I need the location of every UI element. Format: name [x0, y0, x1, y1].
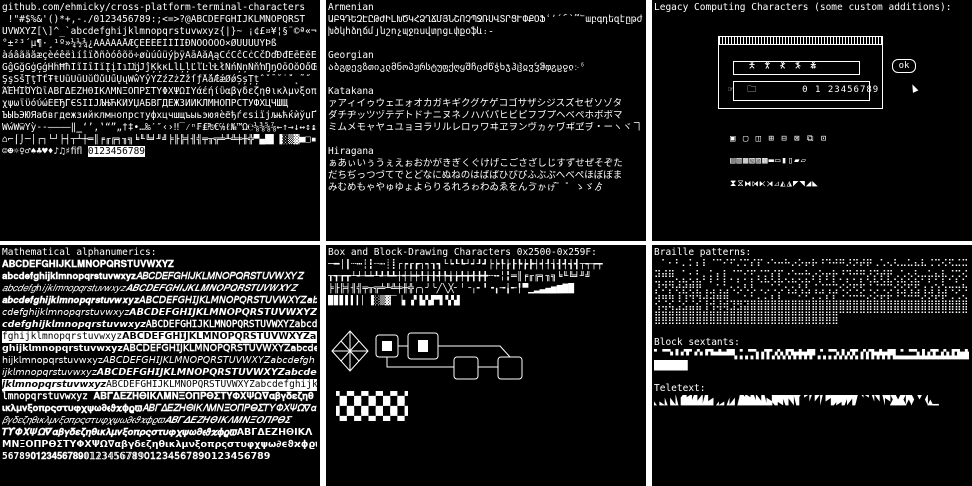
section-title: Armenian [328, 2, 374, 13]
pattern-line: ⣿⣿⣿⣿⣿⣿⣿⣿⣿⣿⣿⣿⣿⣿⣿⣿⣿⣿⣿⣿⣿⣿⣿⣿⣿⣿⣿ [654, 314, 839, 325]
section-title: Braille patterns: [654, 247, 752, 258]
panel-scripts: Armenian ԱԲԳԴԵԶԷԸԹԺԻԼԽԾԿՀՁՂՃՄՅՆՇՈՉՊՋՌՍՎՏՐ… [326, 0, 646, 241]
char-line: ΆΈΉΊΌΎΏΐΑΒΓΔΕΖΗΘΙΚΛΜΝΞΟΠΡΣΤΥΦΧΨΩΪΫάέήίΰα… [2, 86, 317, 97]
char-line: ŞşŠšŢţŤťŦŧŨũŪūŬŭŮůŰűŲųŴŵŶŷŸŹźŻżŽžſƒǺǻǼǽǾ… [2, 74, 311, 85]
script-line: խծկհձղճմյնշոչպջռսվտրցւփքօֆև։֊ [328, 26, 494, 37]
math-line: 𝐀𝐁𝐂𝐃𝐄𝐅𝐆𝐇𝐈𝐉𝐊𝐋𝐌𝐍𝐎𝐏𝐐𝐑𝐒𝐓𝐔𝐕𝐖𝐗𝐘𝐙 [2, 259, 174, 270]
panel-title: Legacy Computing Characters (some custom… [654, 2, 952, 13]
math-lines: 𝐀𝐁𝐂𝐃𝐄𝐅𝐆𝐇𝐈𝐉𝐊𝐋𝐌𝐍𝐎𝐏𝐐𝐑𝐒𝐓𝐔𝐕𝐖𝐗𝐘𝐙 𝐚𝐛𝐜𝐝𝐞𝐟𝐠𝐡𝐢𝐣𝐤𝐥𝐦𝐧… [2, 259, 317, 463]
braille-sections: Braille patterns: ⠀⠁⠂⠃⠄⠅⠆⠇⠈⠉⠊⠋⠌⠍⠎⠏⠐⠑⠒⠓⠔⠕⠖… [654, 247, 969, 418]
script-line: みむめもゃやゅゆょよらりるれろゎわゐゑをんゔゕゖ゙゚゛゜ゝゞゟ [328, 182, 604, 193]
window-title-bar [719, 37, 882, 45]
panel-basic-latin: github.com/ehmicky/cross-platform-termin… [0, 0, 320, 241]
pattern-line: ⠀⠁⠂⠃⠄⠅⠆⠇⠈⠉⠊⠋⠌⠍⠎⠏⠐⠑⠒⠓⠔⠕⠖⠗⠘⠙⠚⠛⠜⠝⠞⠟⠠⠡⠢⠣⠤⠥⠦⠧… [654, 259, 969, 270]
math-line: 𝚏𝚐𝚑𝚒𝚓𝚔𝚕𝚖𝚗𝚘𝚙𝚚𝚛𝚜𝚝𝚞𝚟𝚠𝚡𝚢𝚣𝗔𝗕𝗖𝗗𝗘𝗙𝗚𝗛𝗜𝗝𝗞𝗟𝗠𝗡𝗢𝗣𝗤𝗥𝗦… [2, 331, 317, 343]
char-line: χψωϊϋόύώЀЁЂЃЄЅІЇЈЉЊЋЌЍЎЏАБВГДЕЖЗИЙКЛМНОП… [2, 98, 288, 109]
legacy-row-2: ▤▥▦▧▨▩▬▭▮▯▰▱ [730, 156, 808, 166]
script-line: ミムメモャヤュユョヨラリルレロヮワヰヱヲンヴヵヶヷヸヹヺ・ーヽヾヿ [328, 122, 642, 133]
math-line: 𝜯𝜰𝜱𝜲𝜳𝜴𝜵𝜶𝜷𝜸𝜹𝜺𝜻𝜼𝜽𝜾𝜿𝝀𝝁𝝂𝝃𝝄𝝅𝝆𝝇𝝈𝝉𝝊𝝋𝝌𝝍𝝎𝝏𝝐𝝑𝝒𝝓𝝔𝝕𝝖… [2, 427, 313, 438]
box-line: ╞╟╠╡╢╣╤╥╦╧╨╩╪╫╬╭╮╯╰╱╲╳╴╵╶╷╸╹╺╻╼╽╾╿▀▁▂▃▄▅… [328, 283, 574, 294]
section-title: Hiragana [328, 146, 374, 157]
math-line: 𝒂𝒃𝒄𝒅𝒆𝒇𝒈𝒉𝒊𝒋𝒌𝒍𝒎𝒏𝒐𝒑𝒒𝒓𝒔𝒕𝒖𝒗𝒘𝒙𝒚𝒛𝘈𝘉𝘊𝘋𝘌𝘍𝘎𝘏𝘐𝘑𝘒𝘓𝘔𝘕… [2, 295, 317, 306]
panel-title: github.com/ehmicky/cross-platform-termin… [2, 2, 306, 13]
math-line: 𝐚𝐛𝐜𝐝𝐞𝐟𝐠𝐡𝐢𝐣𝐤𝐥𝐦𝐧𝐨𝐩𝐪𝐫𝐬𝐭𝐮𝐯𝐰𝐱𝐲𝐳𝐴𝐵𝐶𝐷𝐸𝐹𝐺𝐻𝐼𝐽𝐾𝐿𝑀𝑁… [2, 271, 304, 282]
box-line: ─━│┃┄┅┆┇┈┉┊┋┌┍┎┏┐┑┒┓└┕┖┗┘┙┚┛├┝┞┟┠┡┢┣┤┥┦┧… [328, 259, 603, 270]
node-box-4 [497, 356, 523, 380]
char-line: UVWXYZ[\]^_`abcdefghijklmnopqrstuvwxyz{|… [2, 26, 317, 37]
figure-glyphs: 🯅 🯆 🯇 🯈 🯉 [748, 61, 819, 71]
char-line: ☺☻☼♀♂♠♣♥♦♪♫♯ﬁﬂ 0123456789 [2, 146, 146, 157]
section-title: Katakana [328, 86, 374, 97]
pattern-line: ⠽⠾⠿⡀⡁⡂⡃⡄⡅⡆⡇⡈⡉⡊⡋⡌⡍⡎⡏⡐⡑⡒⡓⡔⡕⡖⡗⡘⡙⡚⡛⡜⡝⡞⡟⡠⡡⡢⡣⡤… [654, 270, 969, 281]
math-line: 𝗴𝗵𝗶𝗷𝗸𝗹𝗺𝗻𝗼𝗽𝗾𝗿𝘀𝘁𝘂𝘃𝘄𝘅𝘆𝘇𝖠𝖡𝖢𝖣𝖤𝖥𝖦𝖧𝖨𝖩𝖪𝖫𝖬𝖭𝖮𝖯𝖰𝖱𝖲𝖳… [2, 343, 317, 354]
box-line: ┰┱┲┳┴┵┶┷┸┹┺┻┼┽┾┿╀╁╂╃╄╅╆╇╈╉╊╋╌╍╎╏═║╒╓╔╕╖╗… [328, 271, 592, 282]
legacy-row-3: ⧗⧖⧓⧒⧔⧕⊿◭◮◤◥◢◣ [730, 179, 819, 189]
section-title: Georgian [328, 50, 374, 61]
math-line: 𝘤𝘥𝘦𝘧𝘨𝘩𝘪𝘫𝘬𝘭𝘮𝘯𝘰𝘱𝘲𝘳𝘴𝘵𝘶𝘷𝘸𝘹𝘺𝘻𝘼𝘽𝘾𝘿𝙀𝙁𝙂𝙃𝙄𝙅𝙆𝙇𝙈𝙉𝙊𝙋… [2, 307, 317, 318]
pattern-line: 🬼🬽🬾🬿🭀🭁🭂🭃🭄🭅🭆🭇🭈🭉🭊🭋🭌🭍🭎🭏🭐🭑🭒🭓🭔🭕🭖🭗🭘🭙🭚🭛🭜🭝🭞🭟🭠🭡🭢🭣… [654, 395, 939, 406]
math-line: 𝚕𝚖𝚗𝚘𝚙𝚚𝚛𝚜𝚝𝚞𝚟𝚠𝚡𝚢𝚣 𝚨𝚩𝚪𝚫𝚬𝚭𝚮𝚯𝚰𝚱𝚲𝚳𝚴𝚵𝚶𝚷𝚸𝚹𝚺𝚻𝚼𝚽𝚾𝚿… [2, 391, 314, 402]
legacy-row-1: ▣ ▢ ◫ ⊞ ⊟ ⊠ ⧉ ⊡ [730, 134, 828, 144]
panel-title: Mathematical alphanumerics: [2, 247, 157, 258]
pattern-line: ⣱⣲⣳⣴⣵⣶⣷⣸⣹⣺⣻⣼⣽⣾⣿⣿⣿⣿⣿⣿⣿⣿⣿⣿⣿⣿⣿⣿⣿⣿⣿⣿⣿⣿⣿⣿⣿⣿⣿⣿… [654, 303, 969, 314]
ok-button[interactable]: ok [892, 59, 916, 73]
math-line: 𝗁𝗂𝗃𝗄𝗅𝗆𝗇𝗈𝗉𝗊𝗋𝗌𝗍𝗎𝗏𝗐𝗑𝗒𝗓𝘈𝘉𝘊𝘋𝘌𝘍𝘎𝘏𝘐𝘑𝘒𝘓𝘔𝘕𝘖𝘗𝘘𝘙𝘚𝘛𝘜… [2, 355, 315, 366]
math-line: 𝘪𝘫𝘬𝘭𝘮𝘯𝘰𝘱𝘲𝘳𝘴𝘵𝘶𝘷𝘸𝘹𝘺𝘻𝘼𝘽𝘾𝘿𝙀𝙁𝙂𝙃𝙄𝙅𝙆𝙇𝙈𝙉𝙊𝙋𝙌𝙍𝙎𝙏𝙐𝙑… [2, 367, 317, 378]
panel-braille-sextants-teletext: Braille patterns: ⠀⠁⠂⠃⠄⠅⠆⠇⠈⠉⠊⠋⠌⠍⠎⠏⠐⠑⠒⠓⠔⠕⠖… [652, 245, 972, 486]
script-line: აბგდევზთიკლმნოპჟრსტუფქღყშჩცძწჭხჯჰჱჲჳჴჵჶჷ… [328, 62, 586, 73]
char-line: ЪЫЬЭЮЯабвгдежзийклмнопрстуфхцчшщъыьэюяѐё… [2, 110, 317, 121]
script-sections: Armenian ԱԲԳԴԵԶԷԸԹԺԻԼԽԾԿՀՁՂՃՄՅՆՇՈՉՊՋՌՍՎՏՐ… [328, 2, 643, 206]
script-line: ァアィイゥウェエォオカガキギクグケゲコゴサザシジスズセゼソゾタ [328, 98, 623, 109]
char-line: àáâãäåæçèéêëìíîïðñòóôõö÷øùúûüýþÿĀāĂăĄąĆć… [2, 50, 317, 61]
pattern-line: ⢵⢶⢷⢸⢹⢺⢻⢼⢽⢾⢿⣀⣁⣂⣃⣄⣅⣆⣇⣈⣉⣊⣋⣌⣍⣎⣏⣐⣑⣒⣓⣔⣕⣖⣗⣘⣙⣚⣛⣜… [654, 292, 969, 303]
char-line: °±²³´µ¶·¸¹º»¼½¾¿ÀÁÂÃÄÅÆÇÈÉÊËÌÍÎÏÐÑÒÓÔÕÖ×… [2, 38, 277, 49]
block-pattern: ▚▞▚▞▚▞▚▞▚▞ ▞▚▞▚▞▚▞▚▞▚ ▚▞▚▞▚▞▚▞▚▞ [336, 391, 409, 421]
box-line: ▉▊▋▌▍▎▏▐░▒▓▔▕▖▗▘▙▚▛▜▝▞▟ [328, 295, 460, 306]
panel-math-alphanumerics: Mathematical alphanumerics: 𝐀𝐁𝐂𝐃𝐄𝐅𝐆𝐇𝐈𝐉𝐊𝐋… [0, 245, 320, 486]
math-line: 𝛽𝛾𝛿𝜀𝜁𝜂𝜃𝜄𝜅𝜆𝜇𝜈𝜉𝜊𝜋𝜌𝜍𝜎𝜏𝜐𝜑𝜒𝜓𝜔𝜕𝜖𝜗𝜘𝜙𝜚𝜛𝜜𝜝𝜞𝜟𝜠𝜡𝜢𝜣𝜤… [2, 415, 291, 426]
panel-legacy-computing: Legacy Computing Characters (some custom… [652, 0, 972, 241]
section-title: Block sextants: [654, 337, 740, 348]
math-line: 𝙟𝙠𝙡𝙢𝙣𝙤𝙥𝙦𝙧𝙨𝙩𝙪𝙫𝙬𝙭𝙮𝙯𝙰𝙱𝙲𝙳𝙴𝙵𝙶𝙷𝙸𝙹𝙺𝙻𝙼𝙽𝙾𝙿𝚀𝚁𝚂𝚃𝚄𝚅𝚆… [2, 379, 317, 391]
char-line: !"#$%&'()*+,-./0123456789:;<=>?@ABCDEFGH… [2, 14, 306, 25]
pattern-line: 🬀🬁🬂🬃🬄🬅🬆🬇🬈🬉🬊🬋🬌🬍🬎🬏🬐🬑🬒🬓🬔🬕🬖🬗🬘🬙🬚🬛🬜🬝🬞🬟🬠🬡🬢🬣🬤🬥🬦🬧… [654, 349, 969, 360]
panel-box-drawing: Box and Block-Drawing Characters 0x2500-… [326, 245, 646, 486]
pattern-line: ██████ [654, 360, 688, 371]
script-line: ダチヂッツヅテデトドナニヌネノハバパヒビピフブプヘベペホボポマ [328, 110, 623, 121]
panel-title: Box and Block-Drawing Characters 0x2500-… [328, 247, 597, 258]
node-box-3 [453, 356, 479, 380]
highlight-digits: 0123456789 [87, 146, 146, 157]
char-line: ĜĝĞğĠġĢģĤĥĦħĨĩĪīĬĭĮįİıĲĳĴĵĶķĸĹĺĻļĽľĿŀŁłŃ… [2, 62, 317, 73]
char-line: ẂẃẄẅỲỳ‐‑‒–—―‖‗‘’‚‛“”„†‡•…‰′″‹›‼‾⁄ⁿ₣₤₧€℅ℓ… [2, 122, 317, 133]
mouse-pointer-icon [909, 83, 919, 93]
script-line: だちぢっつづてでとどなにぬねのはばぱひびぴふぶぷへべぺほぼぽま [328, 170, 623, 181]
box-lines: ─━│┃┄┅┆┇┈┉┊┋┌┍┎┏┐┑┒┓└┕┖┗┘┙┚┛├┝┞┟┠┡┢┣┤┥┦┧… [328, 259, 643, 307]
math-line: 𝑎𝑏𝑐𝑑𝑒𝑓𝑔ℎ𝑖𝑗𝑘𝑙𝑚𝑛𝑜𝑝𝑞𝑟𝑠𝑡𝑢𝑣𝑤𝑥𝑦𝑧𝑨𝑩𝑪𝑫𝑬𝑭𝑮𝑯𝑰𝑱𝑲𝑳𝑴𝑵… [2, 283, 297, 294]
math-line: 𝙘𝙙𝙚𝙛𝙜𝙝𝙞𝙟𝙠𝙡𝙢𝙣𝙤𝙥𝙦𝙧𝙨𝙩𝙪𝙫𝙬𝙭𝙮𝙯𝙰𝙱𝙲𝙳𝙴𝙵𝙶𝙷𝙸𝙹𝙺𝙻𝙼𝙽𝙾𝙿… [2, 319, 317, 330]
character-lines: !"#$%&'()*+,-./0123456789:;<=>?@ABCDEFGH… [2, 14, 317, 158]
hand-folder-number-row: ☞ 🗀 0 1 23456789 [728, 85, 880, 95]
script-line: ぁあぃいぅうぇえぉおかがきぎくぐけげこごさざしじすずせぜそぞた [328, 158, 623, 169]
script-line: ԱԲԳԴԵԶԷԸԹԺԻԼԽԾԿՀՁՂՃՄՅՆՇՈՉՊՋՌՍՎՏՐՑՒՓՔՕՖՙ՚… [328, 14, 643, 25]
char-line: ⌂⌐⌠⌡─│┌┐└┘├┤┬┴┼═║╒╓╔╕╖╗╘╙╚╛╜╝╞╟╠╡╢╣╤╥╦╧╨… [2, 134, 317, 145]
section-title: Teletext: [654, 383, 706, 394]
math-line: 𝛊𝛋𝛌𝛍𝛎𝛏𝛐𝛑𝛒𝛓𝛔𝛕𝛖𝛗𝛘𝛙𝛚𝛛𝛜𝛝𝛞𝛟𝛠𝛡𝛢𝛣𝛤𝛥𝛦𝛧𝛨𝛩𝛪𝛫𝛬𝛭𝛮𝛯𝛰𝛱… [2, 403, 317, 414]
legacy-window [718, 36, 883, 109]
math-line: 𝝡𝝢𝝣𝝤𝝥𝝦𝝧𝝨𝝩𝝪𝝫𝝬𝝭𝝮𝝯𝝰𝝱𝝲𝝳𝝴𝝵𝝶𝝷𝝸𝝹𝝺𝝻𝝼𝝽𝝾𝝿𝞀𝞁𝞂𝞃𝞄𝞅𝞆𝞇𝞈… [2, 439, 317, 450]
pattern-line: ⡹⡺⡻⡼⡽⡾⡿⢀⢁⢂⢃⢄⢅⢆⢇⢈⢉⢊⢋⢌⢍⢎⢏⢐⢑⢒⢓⢔⢕⢖⢗⢘⢙⢚⢛⢜⢝⢞⢟⢠… [654, 281, 969, 292]
math-line: 56789𝟎𝟏𝟐𝟑𝟒𝟓𝟔𝟕𝟖𝟗𝟘𝟙𝟚𝟛𝟜𝟝𝟞𝟟𝟠𝟡𝟢𝟣𝟤𝟥𝟦𝟧𝟨𝟩𝟪𝟫𝟬𝟭𝟮𝟯𝟰… [2, 451, 271, 462]
